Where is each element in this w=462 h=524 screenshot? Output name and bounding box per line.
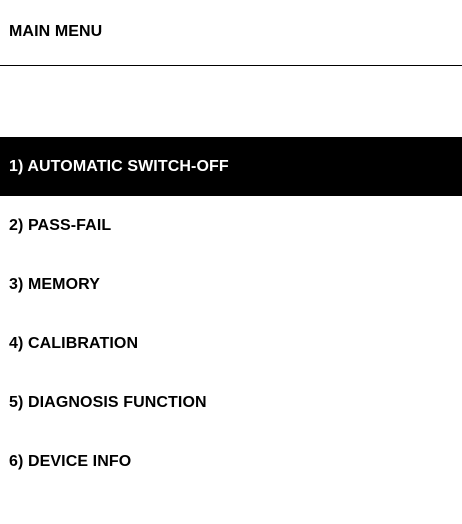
menu-item-pass-fail[interactable]: 2) PASS-FAIL xyxy=(0,196,462,255)
menu-item-label: 4) CALIBRATION xyxy=(9,334,139,352)
menu-item-diagnosis-function[interactable]: 5) DIAGNOSIS FUNCTION xyxy=(0,373,462,432)
menu-item-label: 2) PASS-FAIL xyxy=(9,216,112,234)
menu-item-label: 1) AUTOMATIC SWITCH-OFF xyxy=(9,157,229,175)
page-title: MAIN MENU xyxy=(9,23,103,40)
menu-item-calibration[interactable]: 4) CALIBRATION xyxy=(0,314,462,373)
menu-item-device-info[interactable]: 6) DEVICE INFO xyxy=(0,432,462,491)
main-menu-list: 1) AUTOMATIC SWITCH-OFF 2) PASS-FAIL 3) … xyxy=(0,137,462,491)
menu-item-memory[interactable]: 3) MEMORY xyxy=(0,255,462,314)
menu-item-label: 3) MEMORY xyxy=(9,275,100,293)
menu-item-label: 5) DIAGNOSIS FUNCTION xyxy=(9,393,207,411)
menu-item-automatic-switch-off[interactable]: 1) AUTOMATIC SWITCH-OFF xyxy=(0,137,462,196)
menu-header: MAIN MENU xyxy=(0,0,462,66)
menu-item-label: 6) DEVICE INFO xyxy=(9,452,132,470)
